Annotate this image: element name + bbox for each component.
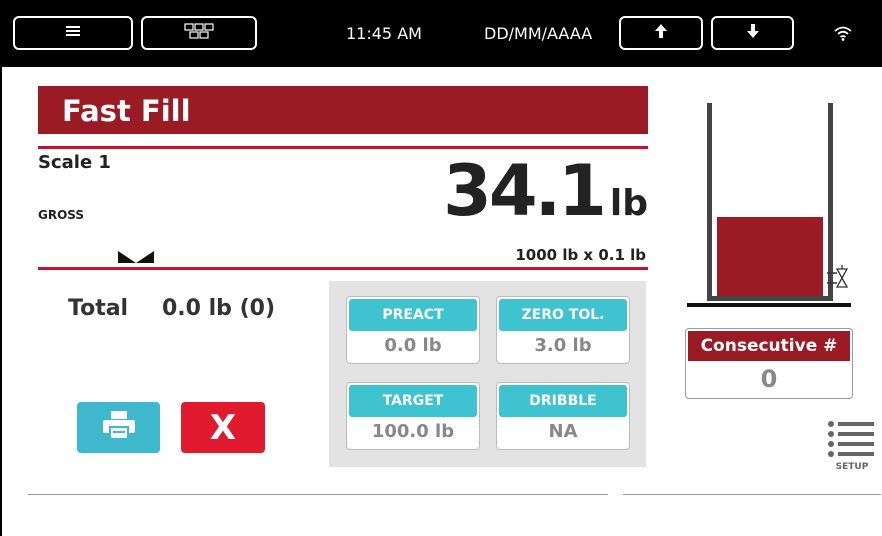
grid-icon xyxy=(184,22,214,44)
parameter-panel: PREACT 0.0 lb ZERO TOL. 3.0 lb TARGET 10… xyxy=(329,281,646,467)
divider-bottom xyxy=(38,267,648,270)
setup-label: SETUP xyxy=(835,462,869,472)
total-value: 0.0 lb (0) xyxy=(162,296,275,321)
tank-base xyxy=(687,303,851,307)
param-label: DRIBBLE xyxy=(499,385,627,417)
capacity-label: 1000 lb x 0.1 lb xyxy=(515,246,646,264)
total-label: Total xyxy=(68,296,129,321)
param-value: NA xyxy=(548,421,578,442)
arrow-up-icon xyxy=(655,23,667,43)
consecutive-label: Consecutive # xyxy=(688,331,850,361)
weight-display: 34.1 lb xyxy=(443,150,648,232)
param-preact[interactable]: PREACT 0.0 lb xyxy=(346,296,480,364)
param-label: PREACT xyxy=(349,299,477,331)
top-bar: 11:45 AM DD/MM/AAAA xyxy=(0,0,882,67)
hamburger-icon xyxy=(66,24,80,42)
tank-fill-level xyxy=(717,217,823,296)
grid-view-button[interactable] xyxy=(141,16,257,50)
tank-wall-bottom xyxy=(707,296,833,301)
consecutive-counter: Consecutive # 0 xyxy=(685,328,853,399)
print-button[interactable] xyxy=(77,402,160,453)
scale-name: Scale 1 xyxy=(38,152,111,173)
param-value: 100.0 lb xyxy=(371,421,455,442)
bottom-divider-left xyxy=(28,494,608,495)
param-value: 3.0 lb xyxy=(534,335,592,356)
bottom-divider-right xyxy=(623,494,881,495)
weight-value: 34.1 xyxy=(443,150,607,232)
wifi-icon xyxy=(834,26,852,46)
frame-edge xyxy=(0,67,2,536)
list-menu-icon xyxy=(828,420,876,463)
param-dribble[interactable]: DRIBBLE NA xyxy=(496,382,630,450)
clock-time: 11:45 AM xyxy=(346,24,422,43)
param-target[interactable]: TARGET 100.0 lb xyxy=(346,382,480,450)
tank-wall-left xyxy=(707,103,712,301)
date-display: DD/MM/AAAA xyxy=(484,24,593,43)
param-label: TARGET xyxy=(349,385,477,417)
valve-icon xyxy=(827,265,851,296)
arrow-up-button[interactable] xyxy=(619,16,703,50)
param-value: 0.0 lb xyxy=(384,335,442,356)
menu-button[interactable] xyxy=(13,16,133,50)
page-title: Fast Fill xyxy=(38,86,648,134)
param-label: ZERO TOL. xyxy=(499,299,627,331)
param-zero-tol[interactable]: ZERO TOL. 3.0 lb xyxy=(496,296,630,364)
center-of-zero-icon xyxy=(118,250,154,268)
setup-button[interactable]: SETUP xyxy=(826,420,878,480)
printer-icon xyxy=(102,410,136,445)
divider-top xyxy=(38,146,648,149)
weight-unit: lb xyxy=(609,183,648,224)
weight-mode-label: GROSS xyxy=(38,208,85,222)
arrow-down-icon xyxy=(746,23,759,43)
consecutive-value: 0 xyxy=(760,365,778,393)
cancel-button[interactable]: X xyxy=(181,402,265,453)
arrow-down-button[interactable] xyxy=(711,16,794,50)
